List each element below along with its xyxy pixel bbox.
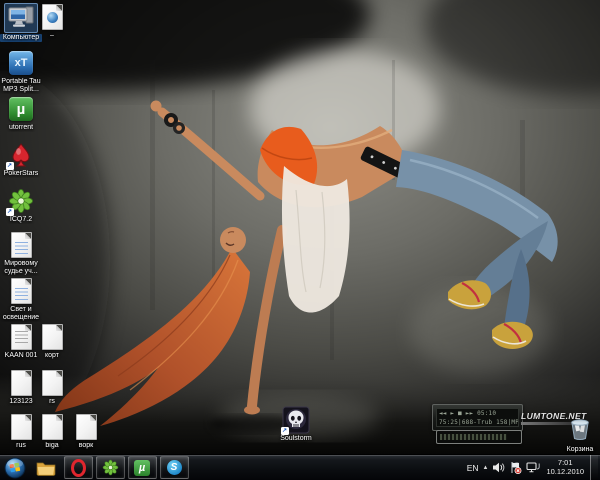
icon-label: Soulstorm xyxy=(275,435,317,443)
taskbar-clock[interactable]: 7:01 10.12.2010 xyxy=(546,459,584,476)
windows-orb-icon xyxy=(4,457,26,479)
taskbar-button-explorer[interactable] xyxy=(32,456,61,479)
document-icon xyxy=(36,413,68,441)
icon-label: – xyxy=(31,32,73,40)
taskbar-button-skype[interactable]: S xyxy=(160,456,189,479)
desktop-icon-doc-svet[interactable]: Свет и освещение xyxy=(0,277,42,322)
word-document-icon xyxy=(5,277,37,305)
volume-icon[interactable] xyxy=(492,461,505,474)
desktop: Компьютер – xT Portable Tau MP3 Split...… xyxy=(0,0,600,480)
icon-label: Корзина xyxy=(561,446,599,454)
mp3-splitter-icon: xT xyxy=(5,49,37,77)
desktop-icon-vork[interactable]: ворк xyxy=(65,413,107,450)
shortcut-arrow-icon xyxy=(281,427,289,435)
utorrent-icon: µ xyxy=(5,95,37,123)
utorrent-icon: µ xyxy=(134,460,150,476)
system-tray: EN ▲ 7:01 10.12.2010 xyxy=(467,455,600,480)
show-hidden-icons-chevron[interactable]: ▲ xyxy=(483,465,489,471)
player-seek-bar[interactable] xyxy=(436,430,522,444)
pokerstars-spade-icon xyxy=(5,141,37,169)
shortcut-arrow-icon xyxy=(6,208,14,216)
icq-flower-icon xyxy=(5,187,37,215)
show-desktop-button[interactable] xyxy=(590,455,598,480)
player-display: ◄◄ ► ■ ►► 05:10 75:25|688-Trub 158|MP3|4… xyxy=(436,408,519,427)
action-center-flag-icon[interactable] xyxy=(509,461,522,474)
desktop-icon-icq[interactable]: ICQ7.2 xyxy=(0,187,42,224)
icon-label: utorrent xyxy=(0,124,42,132)
desktop-icon-media-file[interactable]: – xyxy=(31,3,73,40)
desktop-icon-doc-mirovomu[interactable]: Мировому судье уч... xyxy=(0,231,42,276)
desktop-icon-pokerstars[interactable]: PokerStars xyxy=(0,141,42,178)
icon-label: Мировому судье уч... xyxy=(0,260,42,276)
skype-icon: S xyxy=(167,460,182,475)
document-icon xyxy=(36,323,68,351)
taskbar-button-utorrent[interactable]: µ xyxy=(128,456,157,479)
desktop-icon-portable-tau[interactable]: xT Portable Tau MP3 Split... xyxy=(0,49,42,94)
icon-label: rs xyxy=(31,398,73,406)
opera-icon xyxy=(71,459,86,477)
music-player-widget[interactable]: ◄◄ ► ■ ►► 05:10 75:25|688-Trub 158|MP3|4… xyxy=(432,404,523,431)
language-indicator[interactable]: EN xyxy=(467,463,479,473)
icon-label: ICQ7.2 xyxy=(0,216,42,224)
desktop-icon-soulstorm[interactable]: Soulstorm xyxy=(275,406,317,443)
shortcut-arrow-icon xyxy=(6,162,14,170)
document-icon xyxy=(36,369,68,397)
desktop-icon-rs[interactable]: rs xyxy=(31,369,73,406)
document-icon xyxy=(70,413,102,441)
media-file-icon xyxy=(36,3,68,31)
player-transport-row[interactable]: ◄◄ ► ■ ►► 05:10 xyxy=(439,409,516,418)
taskbar-button-icq[interactable] xyxy=(96,456,125,479)
network-icon[interactable] xyxy=(526,461,540,474)
taskbar: µ S EN ▲ 7:01 xyxy=(0,454,600,480)
wallpaper-image xyxy=(0,0,600,455)
recycle-bin[interactable]: Корзина xyxy=(561,417,599,454)
icon-label: Portable Tau MP3 Split... xyxy=(0,78,42,94)
clock-date: 10.12.2010 xyxy=(546,468,584,477)
player-track-info: 75:25|688-Trub 158|MP3|44 xyxy=(439,418,516,427)
icon-label: ворк xyxy=(65,442,107,450)
start-button[interactable] xyxy=(4,457,26,479)
taskbar-button-opera[interactable] xyxy=(64,456,93,479)
desktop-icon-utorrent[interactable]: µ utorrent xyxy=(0,95,42,132)
explorer-folder-icon xyxy=(36,460,56,476)
icon-label: Свет и освещение xyxy=(0,306,42,322)
icq-flower-icon xyxy=(102,459,119,476)
recycle-bin-icon xyxy=(569,417,591,441)
icon-label: PokerStars xyxy=(0,170,42,178)
desktop-icon-kort[interactable]: корт xyxy=(31,323,73,360)
icon-label: корт xyxy=(31,352,73,360)
soulstorm-skull-icon xyxy=(280,406,312,434)
word-document-icon xyxy=(5,231,37,259)
